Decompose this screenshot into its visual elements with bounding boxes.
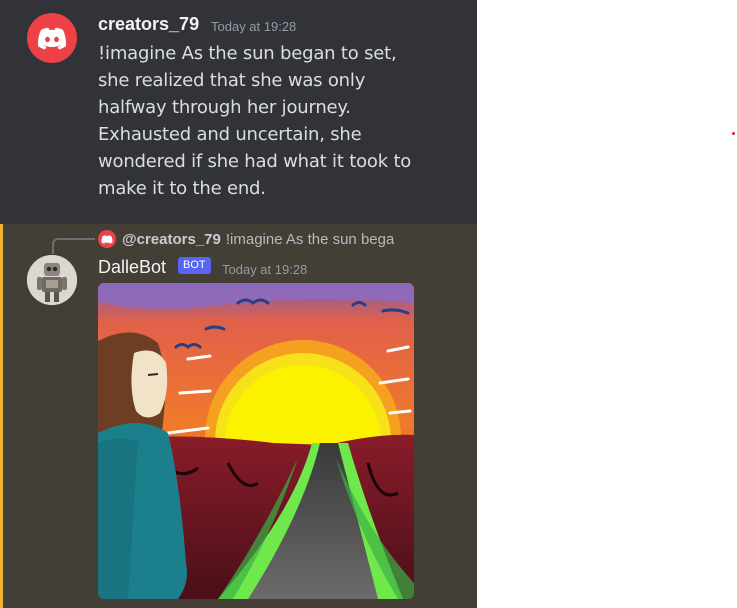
bot-avatar[interactable] (27, 255, 77, 305)
message-line: !imagine As the sun began to set, (98, 43, 397, 64)
reply-preview[interactable]: @creators_79 !imagine As the sun bega (98, 228, 418, 250)
user-avatar[interactable] (27, 13, 77, 63)
message-dallebot[interactable]: @creators_79 !imagine As the sun bega Da… (0, 224, 477, 608)
red-dot-marker (732, 132, 735, 135)
author-name[interactable]: DalleBot (98, 257, 166, 278)
message-timestamp: Today at 19:28 (211, 19, 297, 34)
message-line: wondered if she had what it took to (98, 151, 412, 172)
message-creators[interactable]: creators_79 Today at 19:28 !imagine As t… (0, 0, 477, 224)
author-name[interactable]: creators_79 (98, 14, 199, 35)
reply-avatar (98, 230, 116, 248)
reply-connector (52, 238, 95, 254)
robot-icon (27, 255, 77, 305)
message-line: Exhausted and uncertain, she (98, 124, 362, 145)
reply-text[interactable]: !imagine As the sun bega (226, 231, 394, 248)
bot-badge: BOT (178, 257, 211, 274)
chat-panel: creators_79 Today at 19:28 !imagine As t… (0, 0, 477, 608)
reply-author[interactable]: @creators_79 (122, 231, 221, 248)
sunset-painting (98, 283, 414, 599)
discord-logo-icon (101, 234, 113, 244)
message-text: !imagine As the sun began to set, she re… (98, 40, 428, 202)
generated-image[interactable] (98, 283, 414, 599)
message-line: make it to the end. (98, 178, 266, 199)
discord-logo-icon (37, 27, 67, 49)
message-line: she realized that she was only (98, 70, 366, 91)
message-timestamp: Today at 19:28 (222, 262, 308, 277)
message-line: halfway through her journey. (98, 97, 351, 118)
